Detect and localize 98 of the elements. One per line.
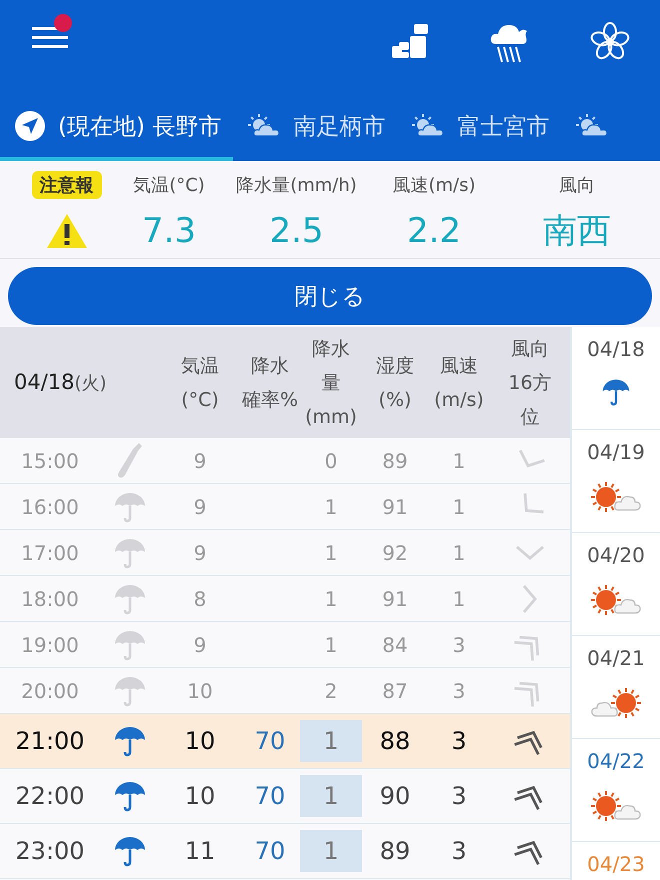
time-cell: 15:00: [21, 448, 79, 472]
day-item[interactable]: 04/18: [572, 327, 660, 430]
humidity-cell: 84: [382, 632, 408, 656]
umbrella-icon: [113, 724, 147, 758]
sun-cloud-icon: [247, 114, 282, 138]
sun-cloud-icon: [575, 114, 610, 138]
precipitation-cell-text: 2: [324, 678, 338, 704]
city-tab[interactable]: 南足柄市: [233, 95, 398, 161]
wind-speed-cell: 3: [452, 632, 466, 656]
weather-value: 2.2: [406, 211, 462, 251]
day-item[interactable]: 04/22: [572, 739, 660, 842]
day-date: 04/19: [587, 440, 645, 464]
humidity-cell: 89: [380, 837, 410, 865]
precipitation-cell-text: 1: [324, 586, 338, 612]
column-header: 量: [322, 370, 340, 396]
column-header: 位: [520, 404, 540, 430]
column-header: 確率%: [242, 388, 298, 412]
precipitation-cell-text: 0: [324, 448, 338, 474]
wind-speed-cell: 3: [451, 727, 467, 755]
column-header: (m/s): [434, 388, 484, 412]
weather-value: 7.3: [142, 211, 196, 251]
wind-speed-cell: 1: [452, 540, 466, 564]
weather-label: 降水量(mm/h): [236, 174, 357, 197]
precipitation-cell: 1: [300, 830, 362, 872]
precipitation-cell-text: 1: [324, 494, 338, 520]
day-date: 04/21: [587, 646, 645, 670]
humidity-cell: 92: [382, 540, 408, 564]
city-tab[interactable]: (現在地) 長野市: [0, 95, 234, 161]
time-cell: 20:00: [21, 678, 79, 702]
day-item[interactable]: 04/21: [572, 636, 660, 739]
umbrella-icon: [113, 834, 147, 868]
wind-speed-cell: 1: [452, 494, 466, 518]
probability-cell: 70: [254, 727, 286, 755]
date-heading: 04/18(火): [13, 370, 107, 395]
flower-icon[interactable]: [590, 22, 630, 62]
column-header: 風速: [440, 354, 478, 378]
column-header: 気温: [181, 354, 219, 378]
humidity-cell: 91: [382, 586, 408, 610]
day-item[interactable]: 04/20: [572, 533, 660, 636]
day-item[interactable]: 04/19: [572, 430, 660, 533]
humidity-cell: 88: [380, 727, 410, 755]
wind-speed-cell: 1: [452, 448, 466, 472]
precipitation-cell: 1: [300, 720, 362, 762]
day-date: 04/20: [587, 543, 645, 567]
time-cell: 21:00: [15, 727, 85, 755]
precipitation-cell-text: 1: [324, 632, 338, 658]
weather-value: 2.5: [269, 211, 324, 251]
sun-cloud-icon: [411, 114, 446, 138]
temperature-cell: 9: [194, 448, 206, 472]
temperature-cell: 11: [184, 837, 216, 865]
warning-icon[interactable]: [44, 212, 88, 250]
temperature-cell: 10: [184, 727, 216, 755]
precipitation-cell: 1: [300, 775, 362, 817]
navigation-icon: [14, 110, 46, 142]
time-cell: 23:00: [15, 837, 85, 865]
city-tab[interactable]: 富士宮市: [397, 95, 562, 161]
temperature-cell: 10: [187, 678, 213, 702]
time-cell: 18:00: [21, 586, 79, 610]
time-cell: 16:00: [21, 494, 79, 518]
hourly-row[interactable]: 21:00 10 70 1 88 3: [0, 714, 570, 769]
humidity-cell: 89: [382, 448, 408, 472]
column-header: 16方: [508, 370, 552, 396]
time-cell: 22:00: [15, 782, 85, 810]
temperature-cell: 8: [194, 586, 206, 610]
column-header: 風向: [511, 336, 549, 362]
weather-value: 南西: [543, 210, 611, 253]
temperature-cell: 9: [194, 494, 206, 518]
time-cell: 17:00: [21, 540, 79, 564]
umbrella-icon: [113, 779, 147, 813]
humidity-cell: 90: [380, 782, 410, 810]
day-date: 04/22: [587, 749, 645, 773]
wind-speed-cell: 3: [451, 782, 467, 810]
close-button[interactable]: 閉じる: [8, 267, 652, 325]
weather-label: 風速(m/s): [392, 174, 476, 197]
wind-speed-cell: 3: [452, 678, 466, 702]
time-cell: 19:00: [21, 632, 79, 656]
day-date: 04/23: [587, 852, 645, 876]
umbrella-icon: [601, 377, 631, 407]
temperature-cell: 10: [184, 782, 216, 810]
weather-label: 気温(°C): [133, 174, 205, 197]
alert-badge[interactable]: 注意報: [32, 171, 102, 199]
wind-speed-cell: 1: [452, 586, 466, 610]
wind-speed-cell: 3: [451, 837, 467, 865]
precipitation-cell-text: 1: [324, 540, 338, 566]
weather-label: 風向: [559, 174, 595, 197]
column-header: (mm): [305, 404, 357, 430]
column-header: (°C): [181, 388, 219, 412]
day-date: 04/18: [587, 337, 645, 361]
temperature-cell: 9: [194, 540, 206, 564]
probability-cell: 70: [254, 782, 286, 810]
humidity-cell: 87: [382, 678, 408, 702]
column-header: 湿度: [376, 354, 414, 378]
humidity-cell: 91: [382, 494, 408, 518]
column-header: 降水: [312, 336, 350, 362]
temperature-cell: 9: [194, 632, 206, 656]
column-header: 降水: [251, 354, 289, 378]
column-header: (%): [378, 388, 412, 412]
probability-cell: 70: [254, 837, 286, 865]
